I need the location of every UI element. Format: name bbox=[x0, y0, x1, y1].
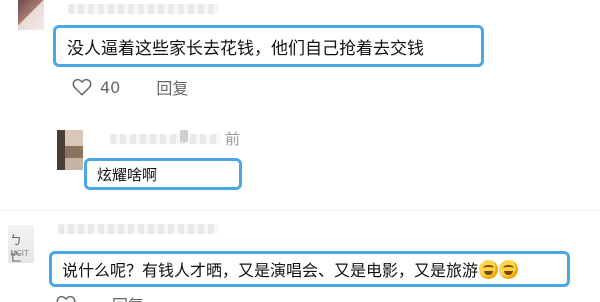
divider bbox=[0, 210, 600, 211]
avatar-subtext: NCIT bbox=[10, 249, 29, 258]
comment-text: 说什么呢？有钱人才晒，又是演唱会、又是电影，又是旅游 bbox=[62, 261, 479, 280]
username-blurred bbox=[58, 224, 218, 234]
heart-icon[interactable] bbox=[56, 295, 76, 302]
comment-text: 没人逼着这些家长去花钱，他们自己抢着去交钱 bbox=[67, 38, 424, 59]
like-count: 40 bbox=[100, 77, 121, 97]
avatar-text: ㄅ亡ゃ bbox=[10, 233, 24, 263]
avatar[interactable] bbox=[57, 130, 83, 170]
blurred-timestamp bbox=[180, 130, 188, 142]
username-blurred bbox=[110, 134, 220, 144]
comment-thread: 没人逼着这些家长去花钱，他们自己抢着去交钱 40 回复 前 炫耀啥啊 ㄅ亡ゃ N… bbox=[0, 0, 600, 302]
timestamp-suffix: 前 bbox=[225, 130, 241, 148]
avatar[interactable]: ㄅ亡ゃ NCIT bbox=[8, 225, 34, 263]
laughing-crying-emoji-icon bbox=[499, 259, 519, 279]
comment-text-highlight: 说什么呢？有钱人才晒，又是演唱会、又是电影，又是旅游 bbox=[49, 251, 570, 287]
comment-text-highlight: 炫耀啥啊 bbox=[84, 158, 242, 190]
avatar[interactable] bbox=[18, 0, 44, 30]
laughing-crying-emoji-icon bbox=[479, 259, 499, 279]
username-blurred bbox=[68, 4, 218, 14]
reply-button[interactable]: 回复 bbox=[156, 75, 188, 99]
comment-text-highlight: 没人逼着这些家长去花钱，他们自己抢着去交钱 bbox=[53, 25, 484, 67]
reply-button[interactable]: 回复 bbox=[112, 292, 144, 302]
comment-text: 炫耀啥啊 bbox=[97, 165, 158, 184]
comment-actions: 回复 bbox=[56, 292, 144, 302]
comment-actions: 40 回复 bbox=[72, 75, 188, 99]
heart-icon[interactable] bbox=[72, 78, 92, 96]
